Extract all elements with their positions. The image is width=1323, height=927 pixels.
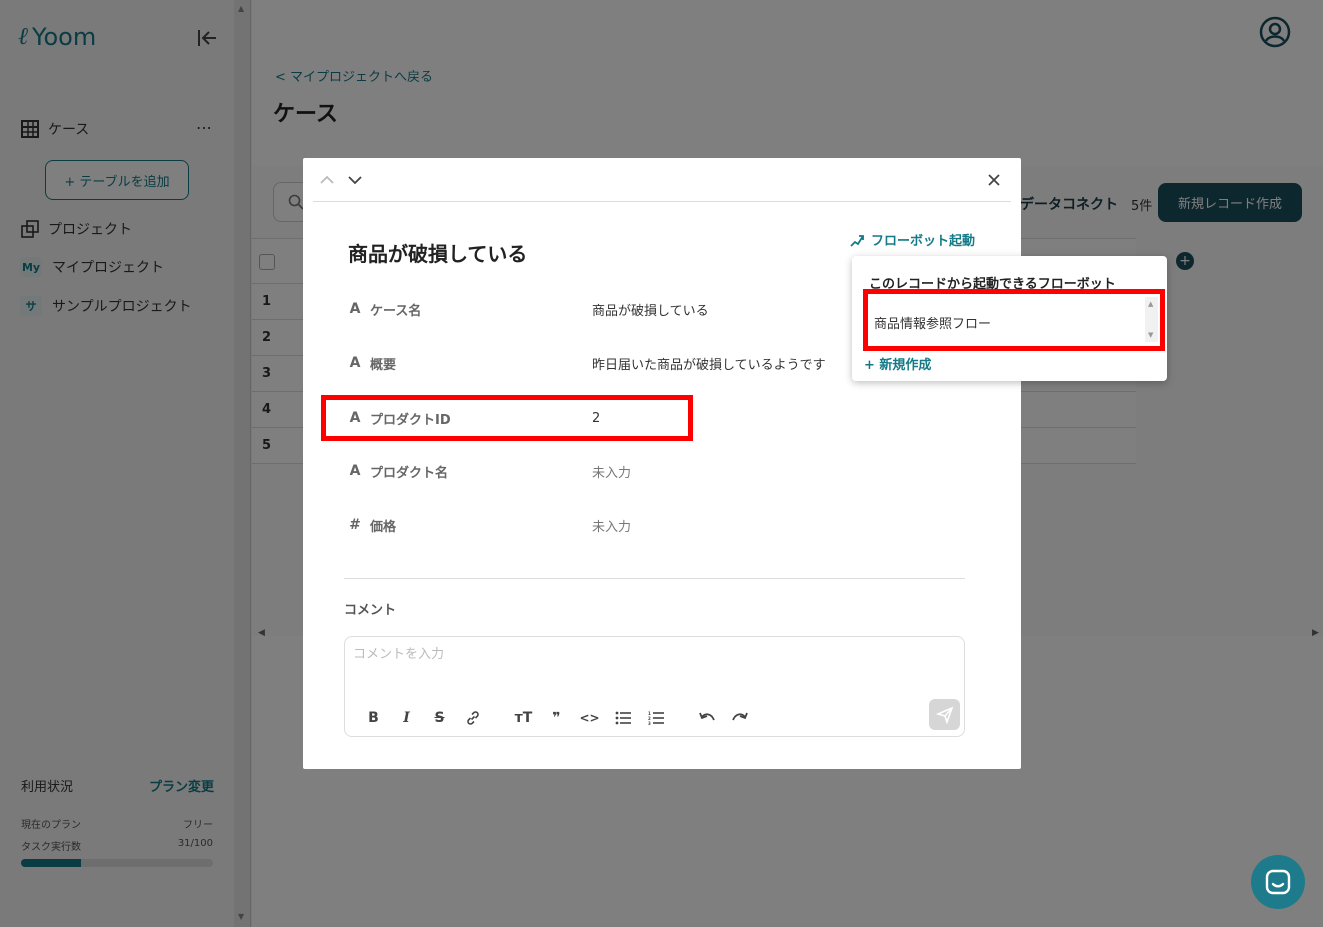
- comment-divider: [344, 578, 965, 579]
- field-product-name[interactable]: A プロダクト名 未入力: [346, 459, 946, 483]
- text-type-icon: A: [349, 301, 361, 317]
- field-value[interactable]: 商品が破損している: [592, 300, 709, 319]
- comment-editor[interactable]: コメントを入力 B I S тT ❞ <> 123: [344, 636, 965, 737]
- record-detail-modal: 商品が破損している フローボット起動 A ケース名 商品が破損している A 概要…: [303, 158, 1021, 769]
- redo-icon[interactable]: [723, 707, 756, 729]
- flowbot-icon: [850, 234, 864, 247]
- chat-support-button[interactable]: [1251, 855, 1305, 909]
- comment-input[interactable]: コメントを入力: [353, 643, 444, 662]
- svg-text:3: 3: [648, 721, 651, 725]
- field-value[interactable]: 未入力: [592, 516, 631, 535]
- chat-icon: [1265, 869, 1291, 895]
- comment-label: コメント: [344, 603, 397, 618]
- text-type-icon: A: [349, 355, 361, 371]
- field-label: プロダクト名: [370, 465, 449, 481]
- bullet-list-icon[interactable]: [606, 707, 639, 729]
- field-label: 価格: [370, 519, 397, 535]
- text-size-icon[interactable]: тT: [507, 707, 540, 729]
- bold-icon[interactable]: B: [357, 707, 390, 729]
- strikethrough-icon[interactable]: S: [423, 707, 456, 729]
- highlight-box-product-id: [321, 395, 693, 441]
- new-flowbot-link[interactable]: + 新規作成: [864, 354, 931, 373]
- close-icon[interactable]: [986, 172, 1002, 188]
- record-title: 商品が破損している: [348, 242, 528, 266]
- next-record-icon[interactable]: [347, 172, 363, 188]
- text-type-icon: A: [349, 463, 361, 479]
- undo-icon[interactable]: [690, 707, 723, 729]
- italic-icon[interactable]: I: [390, 707, 423, 729]
- editor-toolbar: B I S тT ❞ <> 123: [357, 707, 756, 729]
- code-icon[interactable]: <>: [573, 707, 606, 729]
- field-price[interactable]: # 価格 未入力: [346, 513, 946, 537]
- link-icon[interactable]: [456, 707, 489, 729]
- numbered-list-icon[interactable]: 123: [639, 707, 672, 729]
- field-value[interactable]: 未入力: [592, 462, 631, 481]
- flowbot-popup: このレコードから起動できるフローボット 商品情報参照フロー ▲ ▼ + 新規作成: [852, 256, 1167, 381]
- previous-record-icon[interactable]: [319, 172, 335, 188]
- highlight-box-flowbot-item: [863, 289, 1165, 351]
- quote-icon[interactable]: ❞: [540, 707, 573, 729]
- flowbot-launch-button[interactable]: フローボット起動: [849, 230, 975, 249]
- record-navigation: [319, 172, 363, 188]
- number-type-icon: #: [349, 517, 361, 533]
- field-value[interactable]: 昨日届いた商品が破損しているようです: [592, 354, 826, 373]
- field-label: ケース名: [370, 303, 422, 319]
- flowbot-label: フローボット起動: [871, 234, 976, 249]
- send-icon: [935, 706, 953, 724]
- send-comment-button[interactable]: [929, 699, 960, 730]
- modal-header-divider: [313, 201, 1011, 202]
- field-label: 概要: [370, 357, 397, 373]
